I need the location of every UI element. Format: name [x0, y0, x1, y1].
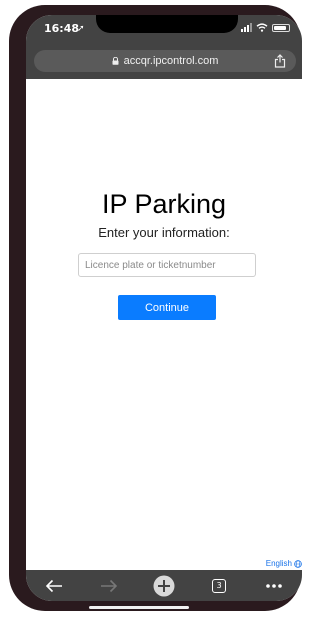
forward-button[interactable]	[97, 574, 121, 598]
menu-button[interactable]	[262, 574, 286, 598]
browser-top-bar: 16:48 ➚ accqr.ipcontrol.com	[26, 15, 302, 79]
notch	[96, 15, 238, 33]
location-arrow-icon: ➚	[77, 23, 85, 33]
status-icons	[241, 23, 290, 32]
page-subtitle: Enter your information:	[98, 225, 230, 240]
address-bar[interactable]: accqr.ipcontrol.com	[34, 50, 296, 72]
back-arrow-icon	[45, 579, 62, 592]
licence-plate-input[interactable]	[78, 253, 256, 277]
toolbar: 3	[26, 570, 302, 601]
language-label: English	[265, 559, 292, 568]
browser-bottom-toolbar: 3	[26, 570, 302, 601]
continue-button[interactable]: Continue	[118, 295, 216, 320]
cellular-signal-icon	[241, 23, 252, 32]
tab-switcher-button[interactable]: 3	[207, 574, 231, 598]
page-content: IP Parking Enter your information: Conti…	[26, 79, 302, 568]
tab-count: 3	[212, 578, 227, 593]
page-title: IP Parking	[101, 189, 227, 219]
language-selector[interactable]: English	[266, 559, 302, 568]
forward-arrow-icon	[100, 579, 117, 592]
back-button[interactable]	[42, 574, 66, 598]
lock-icon	[112, 57, 119, 65]
screen: 16:48 ➚ accqr.ipcontrol.com IP Parking E…	[26, 15, 302, 601]
new-tab-button[interactable]	[152, 574, 176, 598]
status-time: 16:48	[44, 22, 80, 35]
url-text: accqr.ipcontrol.com	[123, 55, 219, 67]
wifi-icon	[256, 23, 268, 32]
battery-icon	[272, 23, 290, 32]
share-icon[interactable]	[274, 54, 286, 68]
plus-icon	[153, 575, 175, 596]
globe-icon	[294, 559, 302, 568]
phone-frame: 16:48 ➚ accqr.ipcontrol.com IP Parking E…	[9, 5, 302, 611]
more-dots-icon	[266, 583, 283, 588]
home-indicator	[89, 606, 189, 609]
